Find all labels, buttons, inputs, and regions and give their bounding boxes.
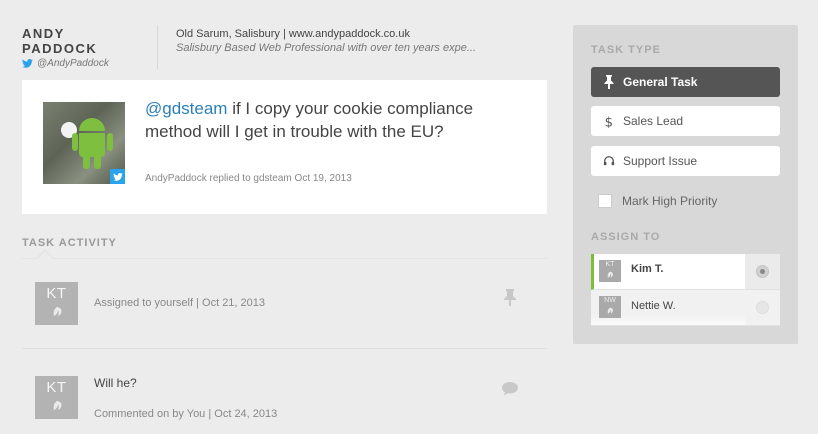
tweet-card: @gdsteam if I copy your cookie complianc… (22, 80, 547, 214)
task-type-heading: TASK TYPE (591, 44, 661, 56)
svg-text:$: $ (605, 115, 613, 128)
tweet-meta: AndyPaddock replied to gdsteam Oct 19, 2… (145, 173, 352, 184)
avatar: NW (599, 296, 621, 318)
pin-icon (604, 75, 614, 89)
assignee-row[interactable]: NW Nettie W. (591, 290, 780, 326)
activity-list: KT Assigned to yourself | Oct 21, 2013 K… (22, 249, 547, 434)
avatar-initials: KT (46, 285, 67, 302)
profile-last-name: PADDOCK (22, 41, 98, 56)
assign-to-heading: ASSIGN TO (591, 231, 661, 243)
task-type-label: Sales Lead (623, 114, 684, 128)
avatar[interactable]: KT (35, 282, 78, 325)
header-divider (157, 25, 158, 69)
assign-list: KT Kim T. NW Nettie W. (591, 254, 780, 326)
tweet-avatar[interactable] (43, 102, 125, 184)
assignee-name: Kim T. (631, 263, 664, 275)
assignee-radio[interactable] (756, 301, 769, 314)
profile-handle-text: @AndyPaddock (37, 58, 109, 69)
profile-name: ANDY PADDOCK (22, 26, 142, 56)
profile-handle[interactable]: @AndyPaddock (22, 58, 109, 69)
tweet-text: @gdsteam if I copy your cookie complianc… (145, 97, 525, 143)
assignee-radio-cell[interactable] (745, 290, 780, 325)
task-type-support-issue[interactable]: Support Issue (591, 146, 780, 176)
task-type-sales-lead[interactable]: $ Sales Lead (591, 106, 780, 136)
avatar-initials: NW (604, 297, 616, 304)
profile-first-name: ANDY (22, 26, 65, 41)
comment-text: Will he? (94, 376, 137, 390)
assignee-radio[interactable] (756, 265, 769, 278)
activity-text: Assigned to yourself | Oct 21, 2013 (94, 297, 266, 309)
comment-icon[interactable] (501, 380, 519, 398)
assignee-radio-cell[interactable] (745, 254, 780, 289)
pin-icon[interactable] (501, 288, 519, 306)
high-priority-label: Mark High Priority (622, 194, 718, 208)
twitter-badge-icon (110, 169, 125, 184)
avatar[interactable]: KT (35, 376, 78, 419)
avatar: KT (599, 260, 621, 282)
assignee-name: Nettie W. (631, 300, 676, 312)
activity-notch (36, 249, 54, 267)
activity-item: KT Assigned to yourself | Oct 21, 2013 (22, 249, 547, 349)
task-type-label: Support Issue (623, 154, 698, 168)
leaf-icon (607, 307, 613, 314)
twitter-icon (22, 59, 33, 68)
tweet-mention-link[interactable]: @gdsteam (145, 99, 227, 118)
high-priority-row[interactable]: Mark High Priority (598, 194, 717, 208)
task-type-general[interactable]: General Task (591, 67, 780, 97)
activity-item: KT Will he? Commented on by You | Oct 24… (22, 349, 547, 434)
dollar-icon: $ (605, 115, 613, 128)
task-type-label: General Task (623, 75, 698, 89)
leaf-icon (53, 401, 62, 410)
profile-bio: Salisbury Based Web Professional with ov… (176, 42, 477, 54)
assignee-row[interactable]: KT Kim T. (591, 254, 780, 290)
avatar-initials: KT (46, 379, 67, 396)
leaf-icon (607, 271, 613, 278)
high-priority-checkbox[interactable] (598, 194, 612, 208)
activity-text: Commented on by You | Oct 24, 2013 (94, 408, 278, 420)
avatar-initials: KT (605, 261, 615, 268)
leaf-icon (53, 307, 62, 316)
profile-location: Old Sarum, Salisbury | www.andypaddock.c… (176, 28, 410, 40)
activity-heading: TASK ACTIVITY (22, 237, 117, 249)
headset-icon (603, 156, 615, 166)
task-panel: TASK TYPE General Task $ Sales Lead Supp… (573, 25, 798, 344)
